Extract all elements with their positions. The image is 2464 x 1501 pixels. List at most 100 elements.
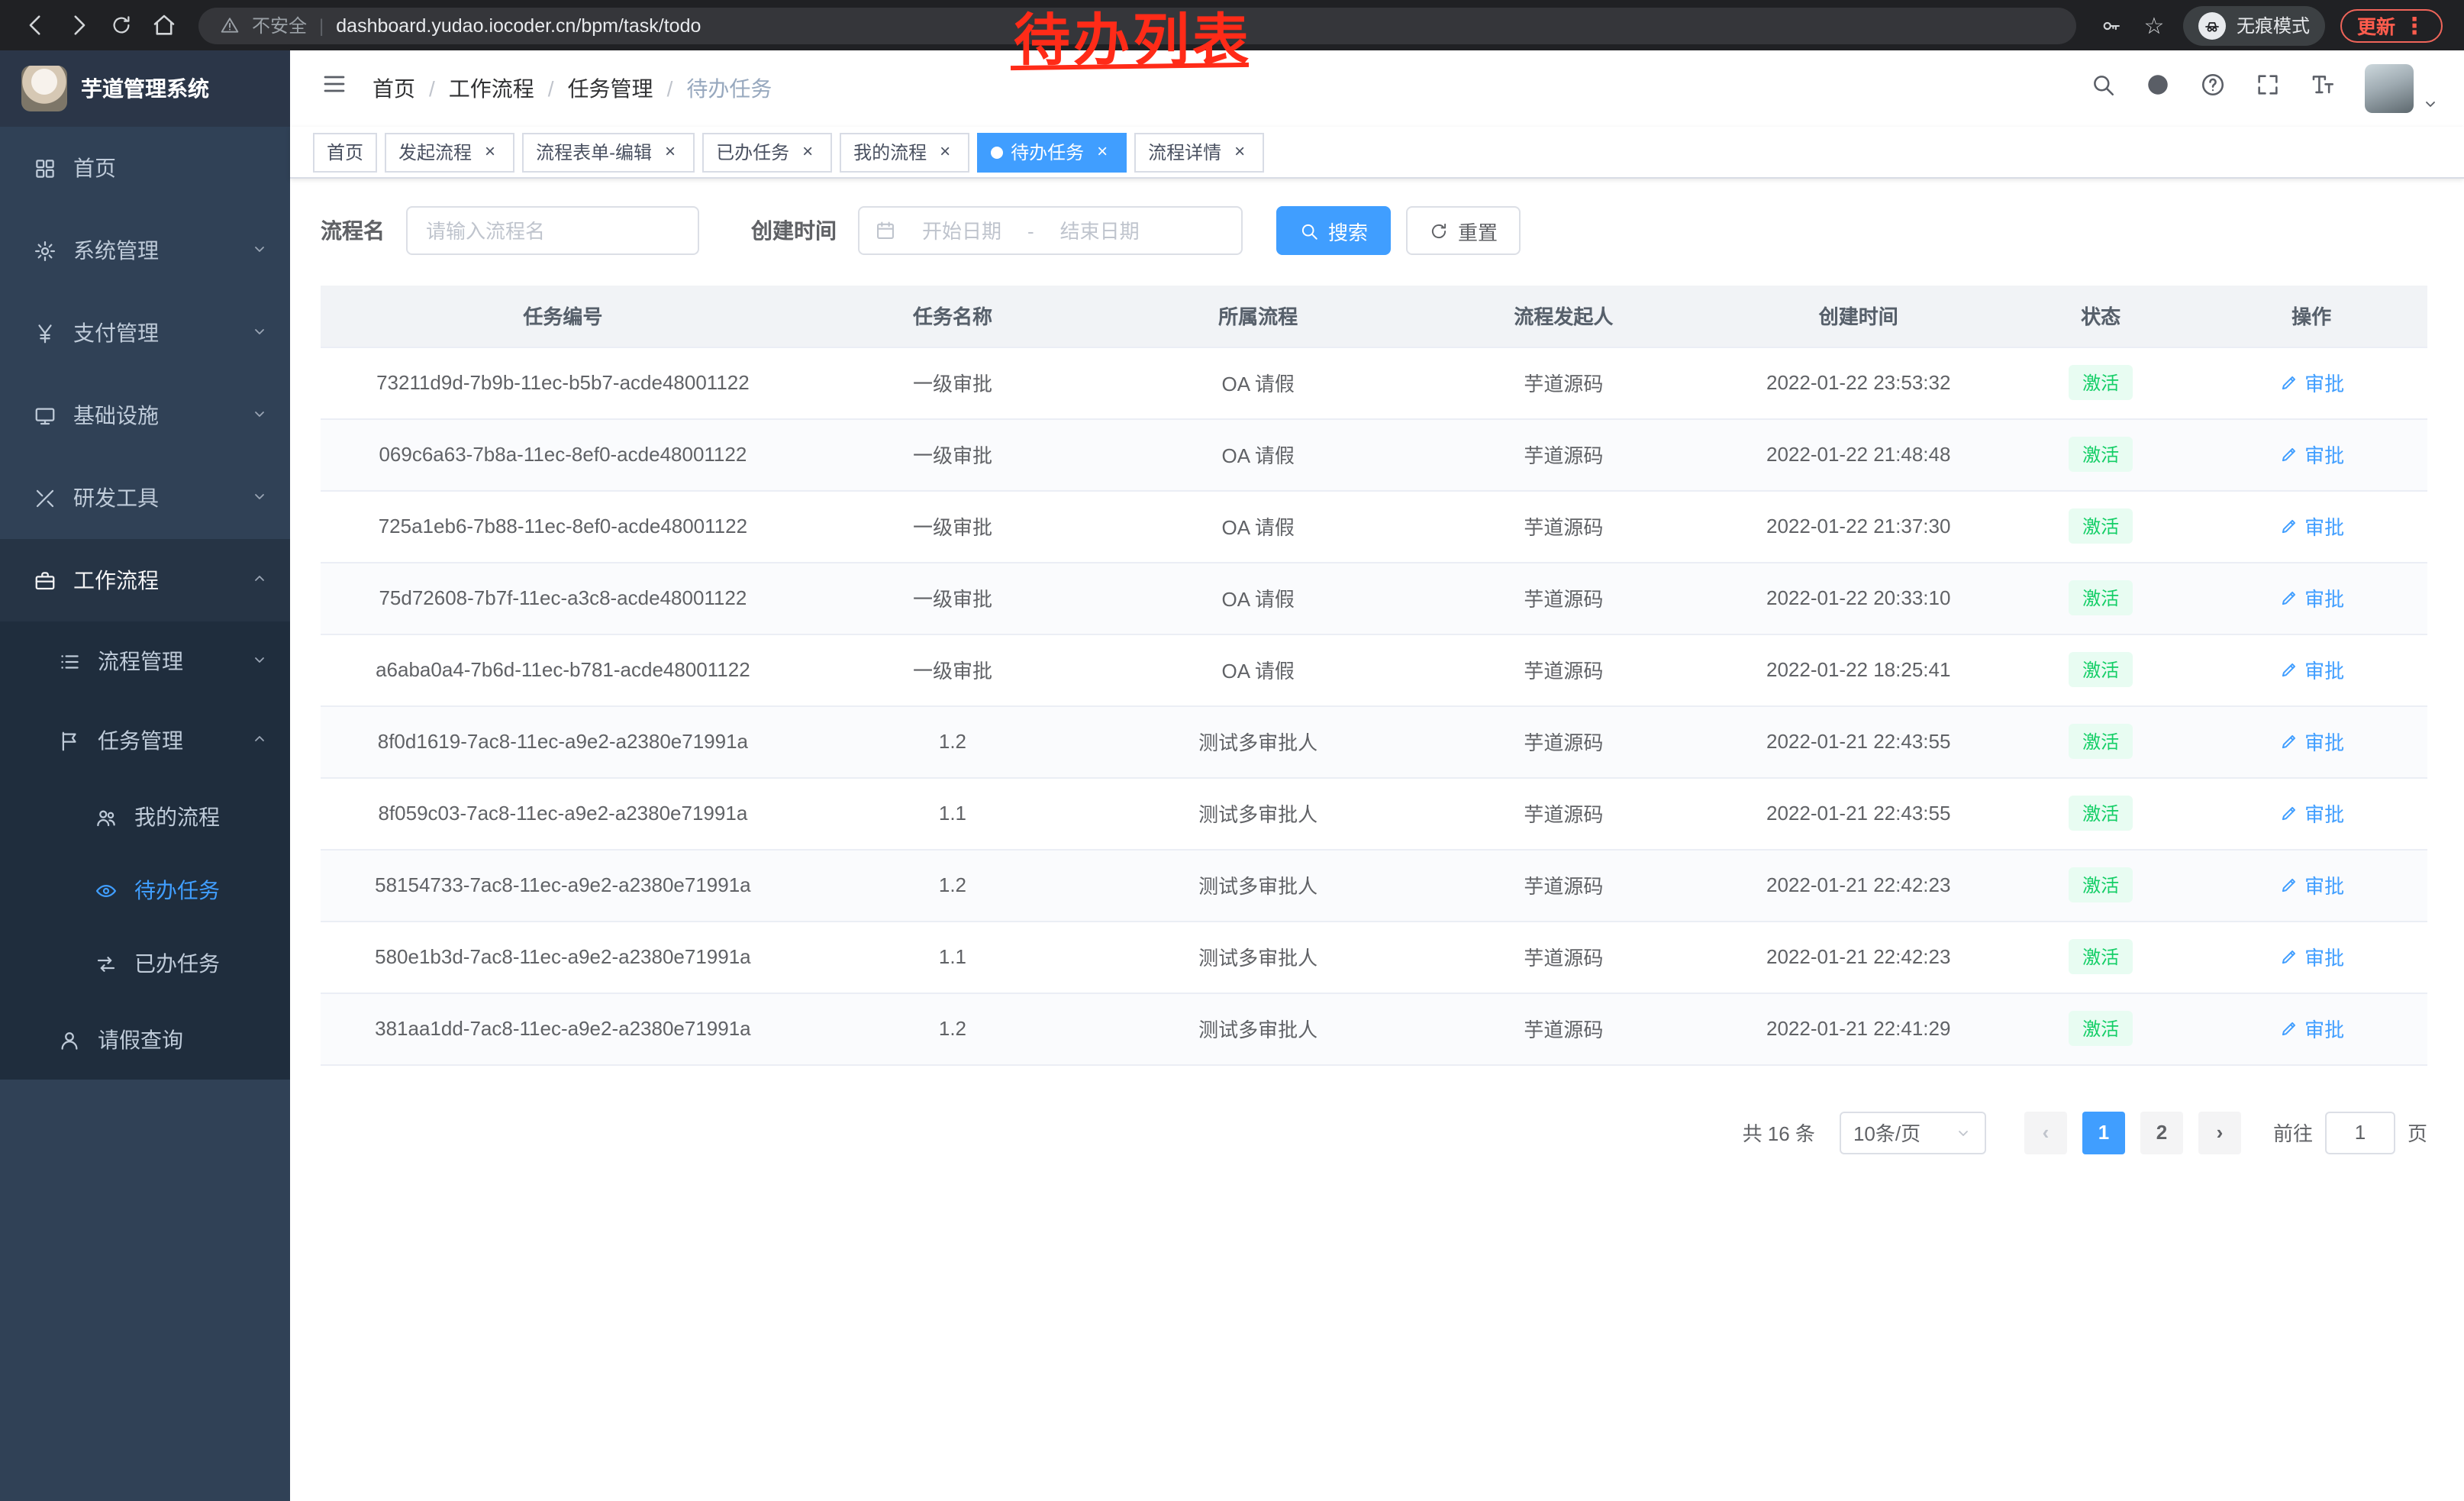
tab-form-edit[interactable]: 流程表单-编辑 × (522, 132, 695, 172)
cell-create-time: 2022-01-21 22:42:23 (1711, 849, 2006, 921)
status-badge: 激活 (2069, 724, 2133, 759)
close-icon[interactable]: × (1092, 141, 1113, 163)
total-count: 共 16 条 (1743, 1118, 1815, 1147)
sidebar-item-system[interactable]: 系统管理 (0, 209, 290, 292)
goto-page-input[interactable] (2325, 1111, 2395, 1154)
approve-link[interactable]: 审批 (2279, 942, 2344, 971)
password-key-button[interactable] (2091, 5, 2131, 45)
cell-create-time: 2022-01-22 21:48:48 (1711, 418, 2006, 490)
cell-status: 激活 (2006, 993, 2195, 1064)
sidebar-item-workflow[interactable]: 工作流程 (0, 539, 290, 621)
sidebar-item-process-management[interactable]: 流程管理 (0, 621, 290, 701)
header-search-button[interactable] (2090, 72, 2116, 105)
sidebar-item-leave-query[interactable]: 请假查询 (0, 1000, 290, 1080)
tab-done-task[interactable]: 已办任务× (702, 132, 832, 172)
sidebar-item-payment[interactable]: 支付管理 (0, 292, 290, 374)
eye-icon (92, 879, 119, 902)
approve-link[interactable]: 审批 (2279, 440, 2344, 469)
approve-link[interactable]: 审批 (2279, 655, 2344, 684)
sidebar-item-task-management[interactable]: 任务管理 (0, 701, 290, 780)
bookmark-star-button[interactable]: ☆ (2134, 5, 2174, 45)
tab-my-process[interactable]: 我的流程× (840, 132, 969, 172)
cell-task-id: 8f0d1619-7ac8-11ec-a9e2-a2380e71991a (321, 705, 805, 777)
page-button-1[interactable]: 1 (2082, 1111, 2125, 1154)
font-size-button[interactable] (2310, 72, 2336, 105)
calendar-icon (875, 220, 896, 241)
close-icon[interactable]: × (797, 141, 818, 163)
tab-start-process[interactable]: 发起流程× (385, 132, 514, 172)
approve-link-label: 审批 (2304, 870, 2344, 899)
search-button[interactable]: 搜索 (1276, 206, 1391, 255)
close-icon[interactable]: × (660, 141, 681, 163)
start-date-input[interactable] (902, 219, 1021, 242)
forward-icon (65, 12, 91, 38)
process-name-input[interactable] (406, 206, 699, 255)
tab-todo-task[interactable]: 待办任务× (977, 132, 1127, 172)
cell-create-time: 2022-01-21 22:42:23 (1711, 921, 2006, 993)
approve-link[interactable]: 审批 (2279, 1014, 2344, 1043)
sidebar-item-infrastructure[interactable]: 基础设施 (0, 374, 290, 457)
pen-icon (2279, 444, 2298, 464)
address-bar[interactable]: 不安全 | dashboard.yudao.iocoder.cn/bpm/tas… (198, 7, 2076, 44)
cell-task-id: 069c6a63-7b8a-11ec-8ef0-acde48001122 (321, 418, 805, 490)
monitor-icon (31, 404, 58, 427)
approve-link-label: 审批 (2304, 583, 2344, 612)
github-icon (2145, 72, 2171, 98)
tab-process-detail[interactable]: 流程详情× (1134, 132, 1264, 172)
approve-link[interactable]: 审批 (2279, 799, 2344, 828)
sidebar-toggle-button[interactable] (314, 64, 354, 113)
user-avatar-menu[interactable] (2365, 64, 2440, 113)
date-range-separator: - (1027, 219, 1034, 242)
browser-back-button[interactable] (15, 5, 55, 45)
tab-home[interactable]: 首页 (313, 132, 377, 172)
breadcrumb-item[interactable]: 首页 (373, 73, 415, 104)
approve-link[interactable]: 审批 (2279, 583, 2344, 612)
update-label: 更新 (2357, 11, 2395, 40)
prev-page-button[interactable]: ‹ (2024, 1111, 2067, 1154)
cell-actions: 审批 (2195, 347, 2427, 418)
star-icon: ☆ (2143, 11, 2164, 39)
cell-process: 测试多审批人 (1100, 993, 1416, 1064)
breadcrumb-item[interactable]: 待办任务 (686, 73, 772, 104)
cell-status: 激活 (2006, 562, 2195, 634)
close-icon[interactable]: × (479, 141, 501, 163)
end-date-input[interactable] (1040, 219, 1159, 242)
cell-task-name: 一级审批 (805, 418, 1100, 490)
approve-link-label: 审批 (2304, 727, 2344, 756)
page-size-select[interactable]: 10条/页 (1840, 1111, 1986, 1154)
sidebar-item-devtools[interactable]: 研发工具 (0, 457, 290, 539)
top-bar: 首页/工作流程/任务管理/待办任务 (290, 50, 2464, 127)
breadcrumb-item[interactable]: 工作流程 (449, 73, 534, 104)
fullscreen-button[interactable] (2255, 72, 2281, 105)
browser-forward-button[interactable] (58, 5, 98, 45)
next-page-button[interactable]: › (2198, 1111, 2241, 1154)
page-button-2[interactable]: 2 (2140, 1111, 2183, 1154)
app-window: 芋道管理系统 首页系统管理支付管理基础设施研发工具工作流程流程管理任务管理我的流… (0, 50, 2464, 1501)
browser-home-button[interactable] (144, 5, 183, 45)
github-button[interactable] (2145, 72, 2171, 105)
sidebar-item-done-task[interactable]: 已办任务 (0, 927, 290, 1000)
tab-label: 流程表单-编辑 (536, 139, 652, 165)
close-icon[interactable]: × (934, 141, 956, 163)
approve-link[interactable]: 审批 (2279, 870, 2344, 899)
approve-link[interactable]: 审批 (2279, 727, 2344, 756)
sidebar-item-home[interactable]: 首页 (0, 127, 290, 209)
reset-button[interactable]: 重置 (1406, 206, 1521, 255)
approve-link[interactable]: 审批 (2279, 512, 2344, 541)
column-header: 流程发起人 (1416, 286, 1711, 347)
browser-refresh-button[interactable] (101, 5, 140, 45)
flag-icon (55, 729, 82, 752)
update-button[interactable]: 更新 ⋮ (2340, 8, 2443, 42)
cell-status: 激活 (2006, 634, 2195, 705)
close-icon[interactable]: × (1229, 141, 1250, 163)
tabs-bar: 首页发起流程×流程表单-编辑×已办任务×我的流程×待办任务×流程详情× (290, 127, 2464, 179)
date-range-picker[interactable]: - (858, 206, 1243, 255)
cell-status: 激活 (2006, 921, 2195, 993)
breadcrumb-item[interactable]: 任务管理 (568, 73, 653, 104)
approve-link[interactable]: 审批 (2279, 368, 2344, 397)
table-row: 73211d9d-7b9b-11ec-b5b7-acde48001122一级审批… (321, 347, 2427, 418)
docs-help-button[interactable] (2200, 72, 2226, 105)
sidebar-item-my-process[interactable]: 我的流程 (0, 780, 290, 854)
chevron-down-icon (2421, 95, 2440, 113)
sidebar-item-todo-task[interactable]: 待办任务 (0, 854, 290, 927)
